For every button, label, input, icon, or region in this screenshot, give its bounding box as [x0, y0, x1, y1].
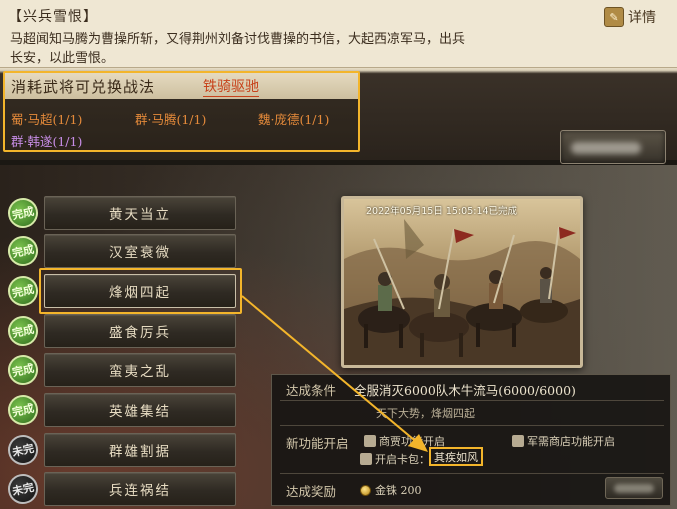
divider	[280, 473, 664, 474]
required-general: 群·韩遂(1/1)	[11, 134, 83, 149]
card-pack-icon	[360, 453, 372, 465]
detail-button[interactable]: ✎ 详情	[604, 4, 670, 30]
pending-badge-icon: 未完	[5, 471, 41, 507]
merchant-icon	[364, 435, 376, 447]
complete-badge-icon: 完成	[5, 352, 41, 388]
chapter-button[interactable]: 汉室衰微	[44, 234, 236, 268]
shop-icon	[512, 435, 524, 447]
complete-badge-icon: 完成	[5, 233, 41, 269]
function-item: 开启卡包：	[360, 451, 430, 467]
reward-item: 金铢 200	[360, 482, 422, 498]
chapter-item[interactable]: 完成 盛食厉兵	[0, 313, 240, 349]
detail-label: 详情	[628, 10, 656, 26]
pending-badge-icon: 未完	[5, 432, 41, 468]
reward-label: 达成奖励	[286, 484, 337, 499]
function-text: 开启卡包：	[375, 453, 430, 466]
exchange-button[interactable]	[560, 130, 666, 164]
divider	[280, 400, 664, 401]
cavalry-battle-image	[344, 199, 580, 365]
chapter-button[interactable]: 蛮夷之乱	[44, 353, 236, 387]
chapter-button[interactable]: 黄天当立	[44, 196, 236, 230]
chapter-painting: 2022年05月15日 15:05:14已完成	[341, 196, 583, 368]
event-description-line: 马超闻知马腾为曹操所斩，又得荆州刘备讨伐曹操的书信，大起西凉军马，出兵	[10, 32, 466, 47]
chapter-button[interactable]: 英雄集结	[44, 393, 236, 427]
complete-badge-icon: 完成	[5, 313, 41, 349]
completion-timestamp: 2022年05月15日 15:05:14已完成	[366, 206, 518, 217]
exchange-box: 消耗武将可兑换战法 铁骑驱驰 蜀·马超(1/1) 群·马腾(1/1) 魏·庞德(…	[3, 71, 360, 152]
divider	[280, 425, 664, 426]
event-description: 马超闻知马腾为曹操所斩，又得荆州刘备讨伐曹操的书信，大起西凉军马，出兵 长安，以…	[10, 30, 570, 68]
chapter-item[interactable]: 完成 汉室衰微	[0, 233, 240, 269]
required-general: 魏·庞德(1/1)	[258, 112, 330, 127]
chapter-button[interactable]: 群雄割据	[44, 433, 236, 467]
exchange-title: 消耗武将可兑换战法	[11, 78, 156, 96]
chapter-item[interactable]: 完成 英雄集结	[0, 392, 240, 428]
function-item: 军需商店功能开启	[512, 433, 615, 449]
condition-subtext: 天下大势，烽烟四起	[376, 407, 475, 420]
chapter-item[interactable]: 未完 群雄割据	[0, 432, 240, 468]
chapter-highlight-frame	[39, 268, 242, 314]
required-general: 蜀·马超(1/1)	[11, 112, 83, 127]
chapter-item[interactable]: 完成 黄天当立	[0, 195, 240, 231]
chapter-button[interactable]: 兵连祸结	[44, 472, 236, 506]
card-pack-tactic-tag[interactable]: 其疾如风	[429, 447, 483, 466]
event-description-line: 长安，以此雪恨。	[10, 51, 115, 66]
complete-badge-icon: 完成	[5, 195, 41, 231]
condition-label: 达成条件	[286, 383, 337, 398]
function-text: 军需商店功能开启	[527, 435, 615, 448]
chapter-item[interactable]: 完成 蛮夷之乱	[0, 352, 240, 388]
new-function-label: 新功能开启	[286, 436, 349, 451]
chapter-info-panel: 达成条件 全服消灭6000队木牛流马(6000/6000) 天下大势，烽烟四起 …	[271, 374, 671, 506]
exchange-tactic-link[interactable]: 铁骑驱驰	[203, 76, 259, 97]
condition-text: 全服消灭6000队木牛流马(6000/6000)	[354, 383, 576, 398]
book-icon: ✎	[604, 7, 624, 27]
chapter-item[interactable]: 未完 兵连祸结	[0, 471, 240, 507]
event-title: 【兴兵雪恨】	[8, 9, 98, 25]
complete-badge-icon: 完成	[5, 273, 41, 309]
event-header: 【兴兵雪恨】 马超闻知马腾为曹操所斩，又得荆州刘备讨伐曹操的书信，大起西凉军马，…	[0, 0, 677, 68]
reward-text: 金铢 200	[375, 484, 422, 497]
complete-badge-icon: 完成	[5, 392, 41, 428]
required-general: 群·马腾(1/1)	[135, 112, 207, 127]
coin-icon	[360, 484, 371, 496]
claim-reward-button[interactable]	[605, 477, 663, 499]
exchange-header: 消耗武将可兑换战法 铁骑驱驰	[5, 73, 358, 99]
chapter-button[interactable]: 盛食厉兵	[44, 314, 236, 348]
